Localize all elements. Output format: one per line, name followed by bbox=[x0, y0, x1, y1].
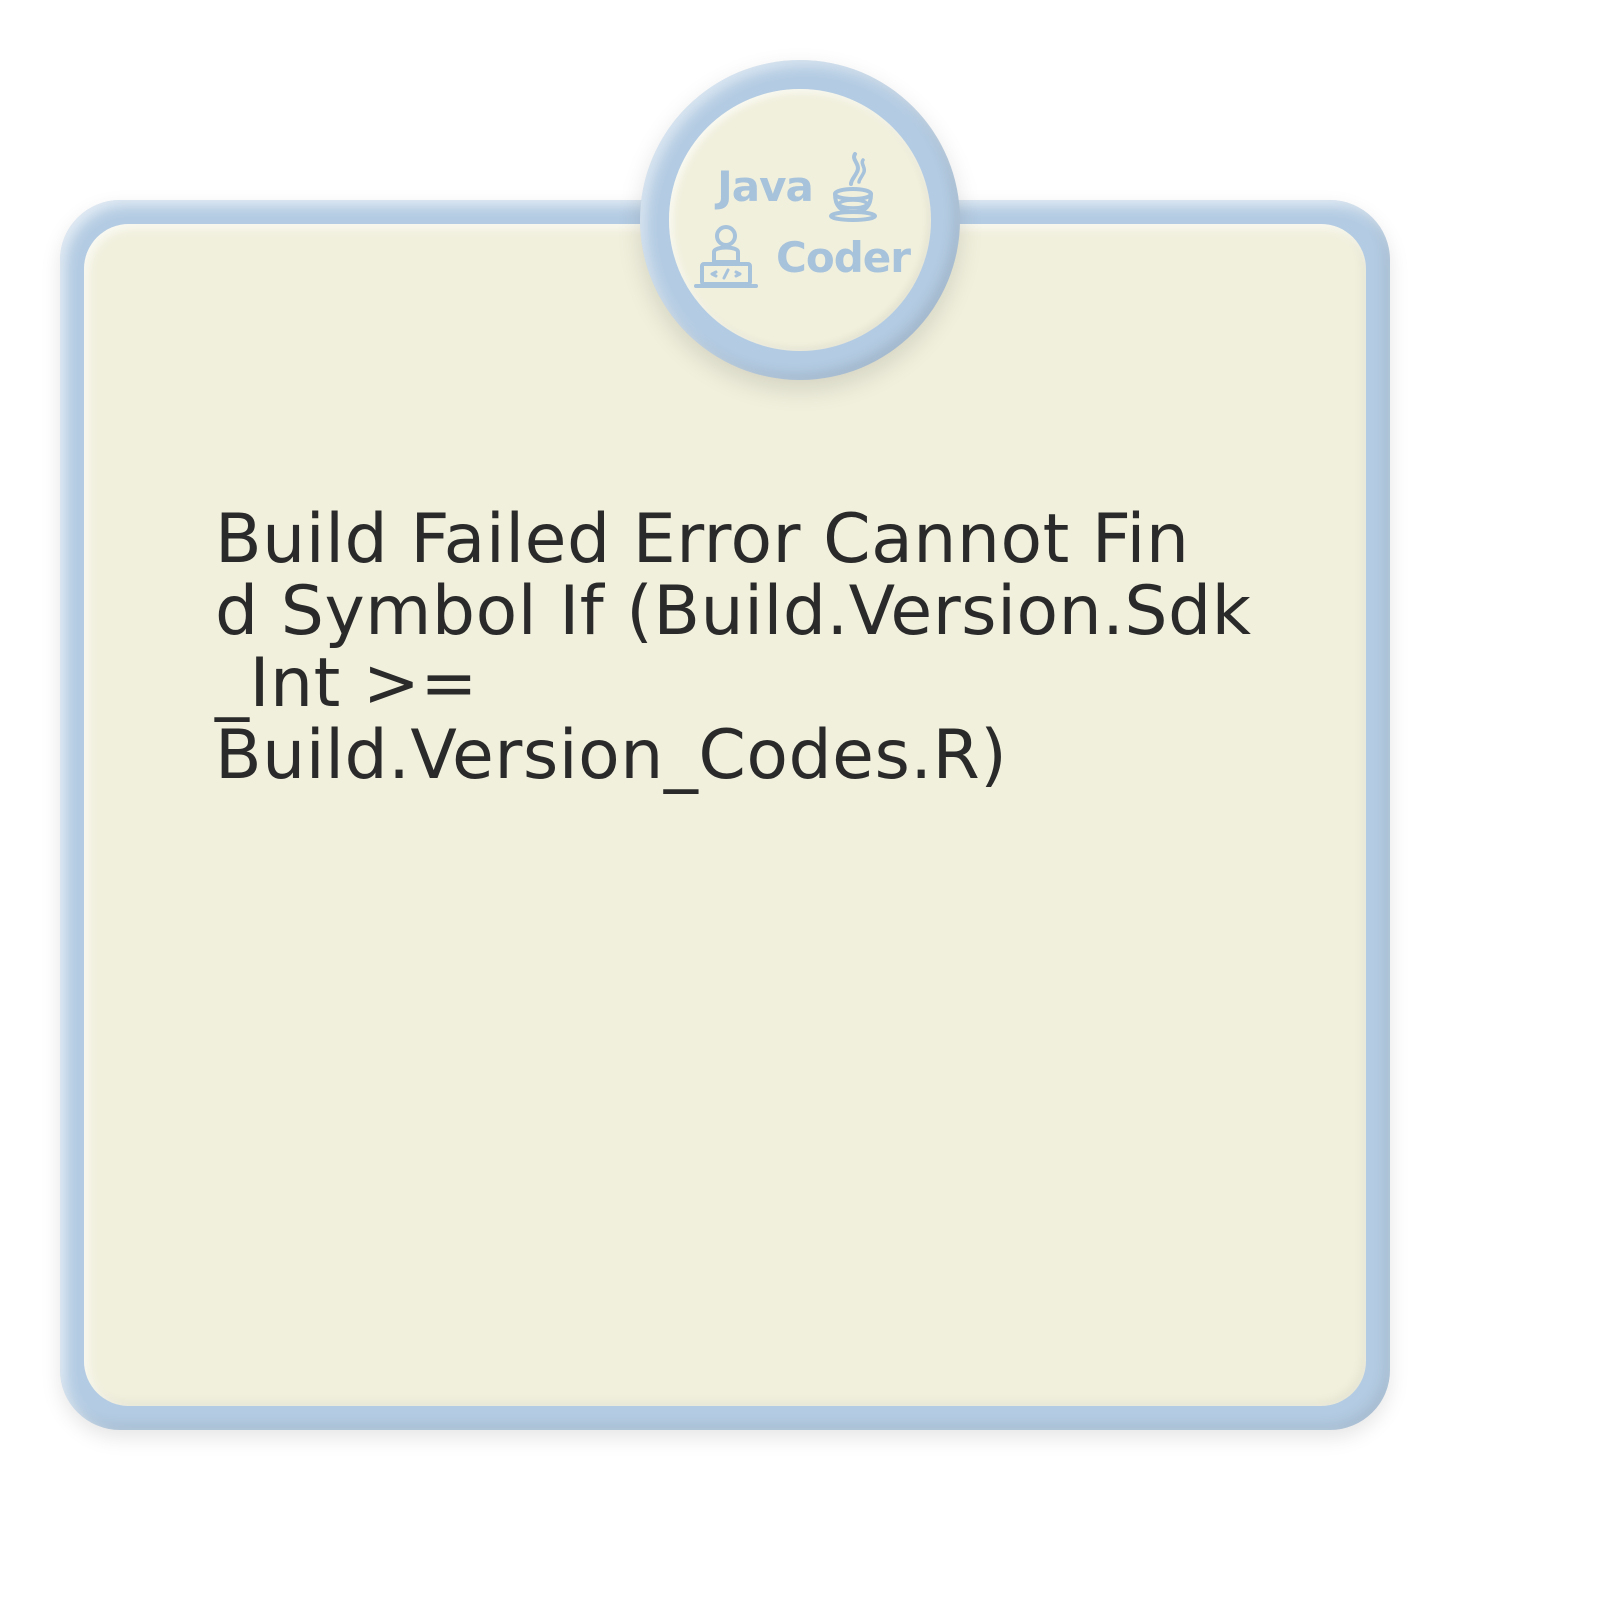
logo-badge: Java bbox=[640, 60, 960, 380]
logo-row-2: Coder bbox=[690, 224, 910, 290]
logo-row-1: Java bbox=[717, 150, 883, 222]
card-body: Build Failed Error Cannot Find Symbol If… bbox=[84, 224, 1366, 1406]
error-message: Build Failed Error Cannot Find Symbol If… bbox=[155, 504, 1295, 792]
logo-coder-text: Coder bbox=[776, 233, 910, 282]
card-frame: Build Failed Error Cannot Find Symbol If… bbox=[60, 200, 1390, 1430]
java-cup-icon bbox=[827, 150, 883, 222]
logo-java-text: Java bbox=[717, 162, 813, 211]
coder-person-icon bbox=[690, 224, 762, 290]
logo-badge-inner: Java bbox=[669, 89, 931, 351]
